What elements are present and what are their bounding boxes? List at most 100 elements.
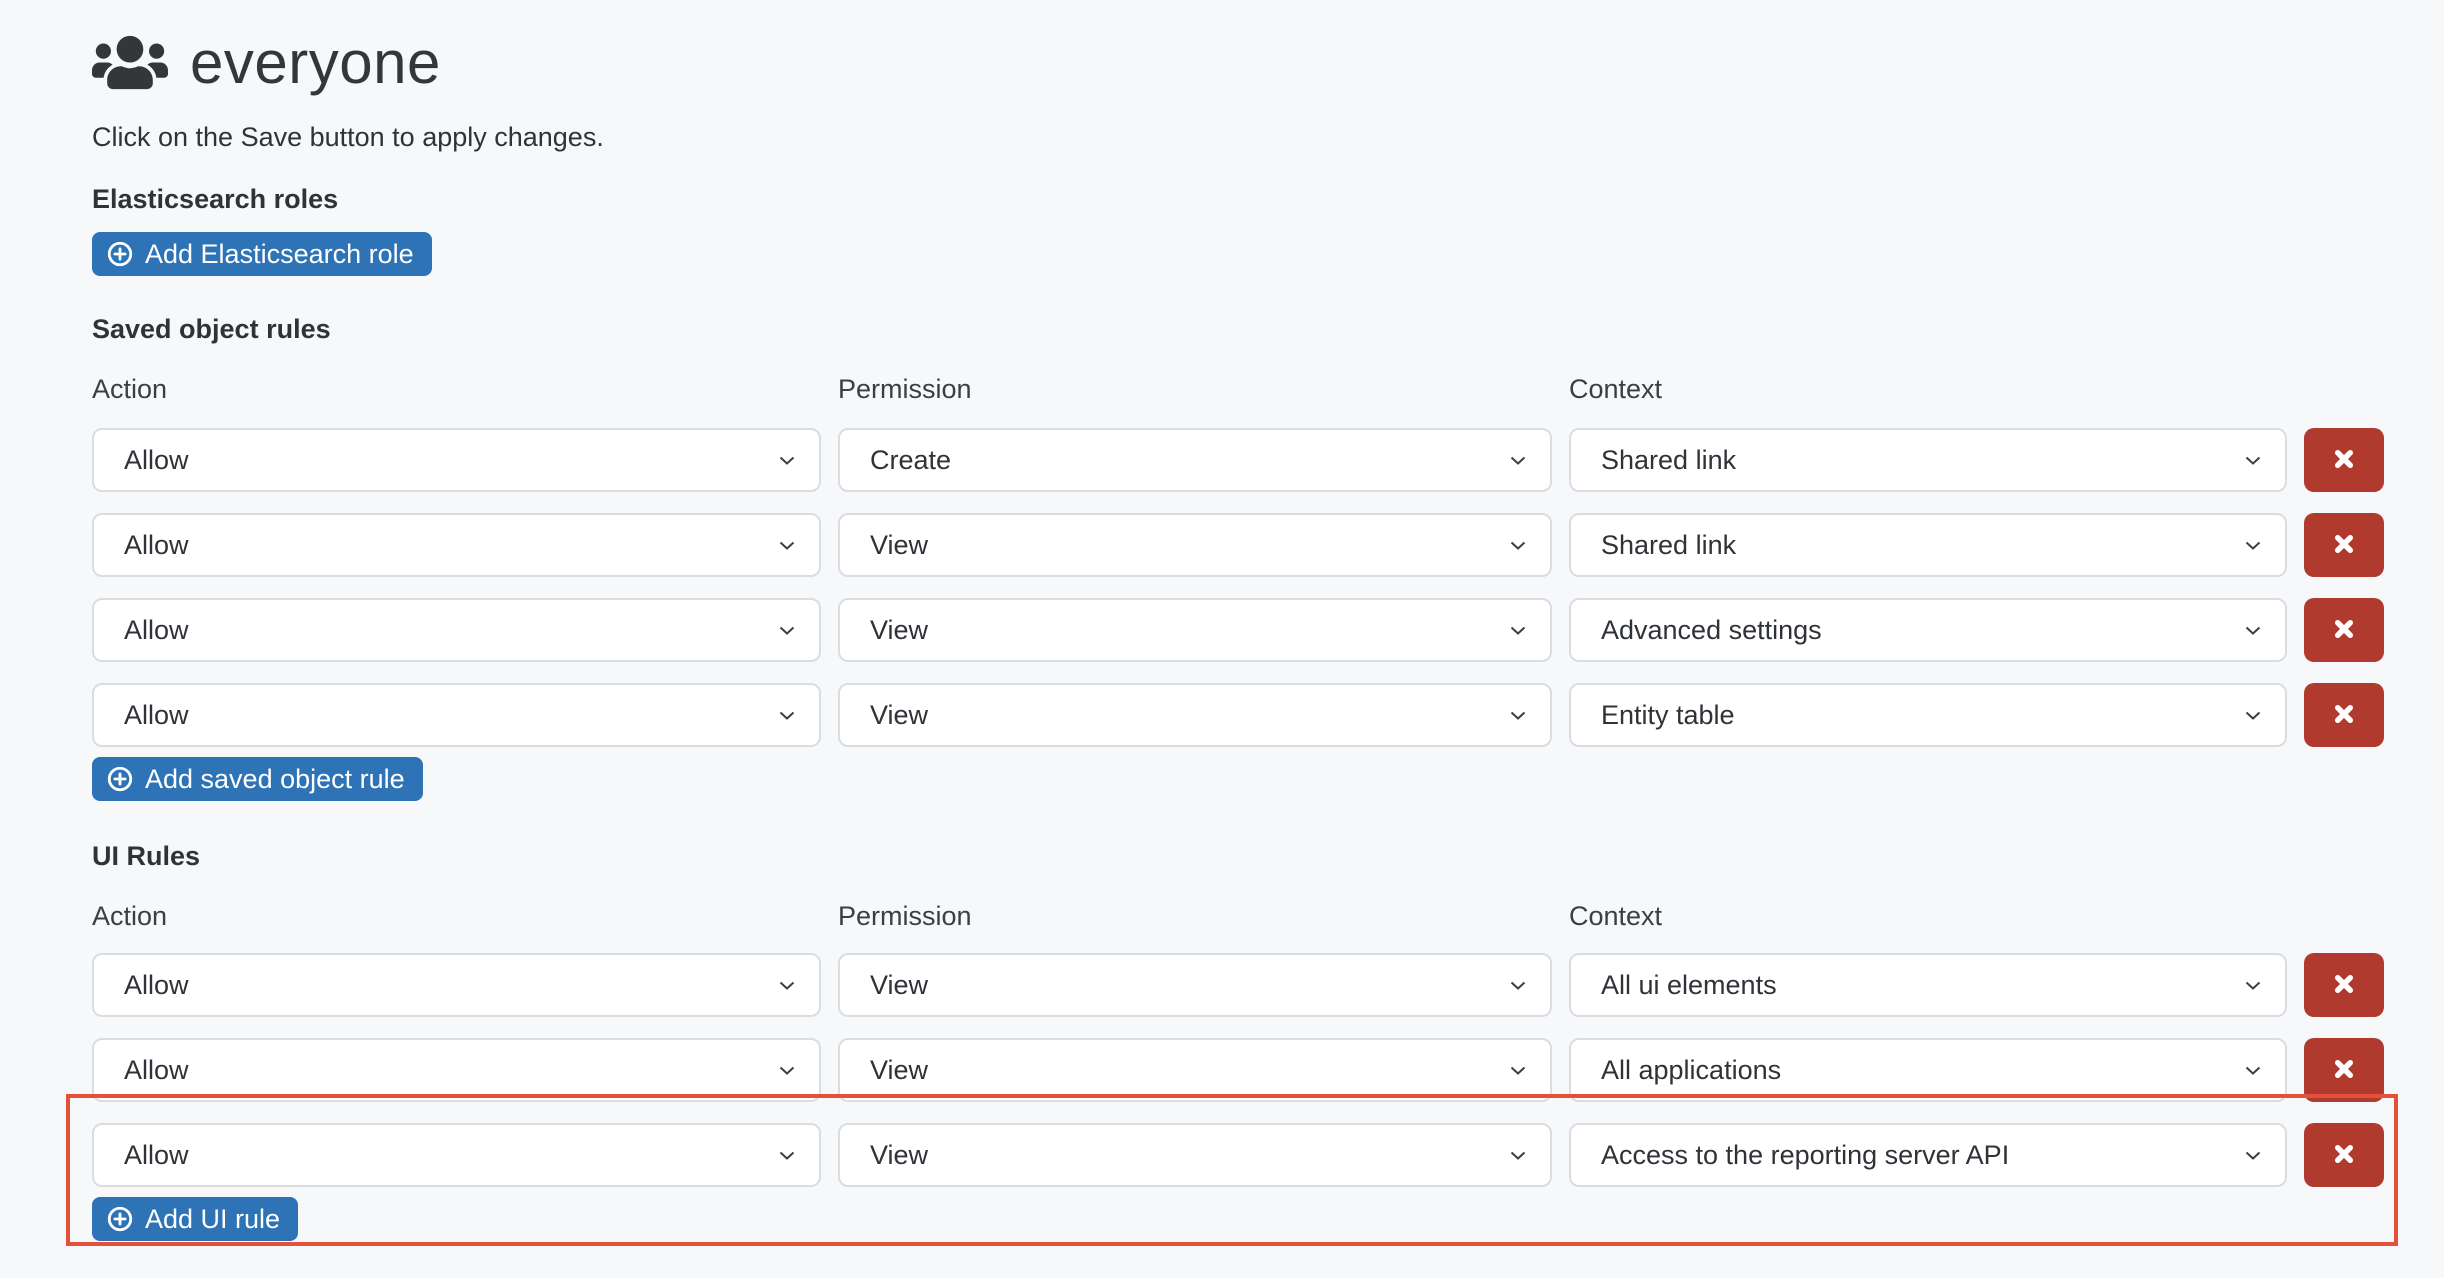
action-select[interactable]: Allow [92, 513, 821, 577]
chevron-down-icon [775, 1143, 799, 1167]
save-hint-text: Click on the Save button to apply change… [92, 120, 2444, 154]
action-select-value: Allow [124, 615, 189, 646]
chevron-down-icon [1506, 1143, 1530, 1167]
saved-object-rule-row: Allow Create Shared link [92, 428, 2444, 492]
chevron-down-icon [2241, 533, 2265, 557]
saved-object-rule-row: Allow View Shared link [92, 513, 2444, 577]
delete-rule-button[interactable] [2304, 598, 2384, 662]
x-icon [2329, 529, 2359, 562]
chevron-down-icon [1506, 1058, 1530, 1082]
action-select[interactable]: Allow [92, 953, 821, 1017]
permission-column-label: Permission [838, 372, 1552, 406]
chevron-down-icon [1506, 533, 1530, 557]
saved-object-rules-column-headers: Action Permission Context [92, 372, 2444, 406]
chevron-down-icon [775, 973, 799, 997]
x-icon [2329, 1054, 2359, 1087]
context-column-label: Context [1569, 899, 2287, 933]
plus-circle-icon [106, 765, 134, 793]
context-select-value: Shared link [1601, 445, 1736, 476]
page-header: everyone [92, 30, 2444, 94]
delete-rule-button[interactable] [2304, 1038, 2384, 1102]
users-icon [92, 32, 168, 93]
plus-circle-icon [106, 1205, 134, 1233]
x-icon [2329, 614, 2359, 647]
action-select[interactable]: Allow [92, 1038, 821, 1102]
saved-object-rules-list: Allow Create Shared link Allow [92, 428, 2444, 747]
chevron-down-icon [2241, 1143, 2265, 1167]
chevron-down-icon [775, 533, 799, 557]
delete-rule-button[interactable] [2304, 953, 2384, 1017]
saved-object-rule-row: Allow View Advanced settings [92, 598, 2444, 662]
context-select-value: All applications [1601, 1055, 1781, 1086]
ui-rule-row-highlighted: Allow View Access to the reporting serve… [92, 1123, 2444, 1187]
add-saved-object-rule-button[interactable]: Add saved object rule [92, 757, 423, 801]
page-title: everyone [190, 28, 441, 97]
action-select[interactable]: Allow [92, 428, 821, 492]
delete-rule-button[interactable] [2304, 683, 2384, 747]
action-select[interactable]: Allow [92, 598, 821, 662]
chevron-down-icon [2241, 703, 2265, 727]
x-icon [2329, 969, 2359, 1002]
permission-select-value: View [870, 1055, 928, 1086]
permission-select[interactable]: View [838, 598, 1552, 662]
action-select[interactable]: Allow [92, 683, 821, 747]
chevron-down-icon [1506, 703, 1530, 727]
context-select[interactable]: Shared link [1569, 513, 2287, 577]
add-elasticsearch-role-label: Add Elasticsearch role [145, 239, 414, 270]
plus-circle-icon [106, 240, 134, 268]
add-ui-rule-label: Add UI rule [145, 1204, 280, 1235]
permission-select[interactable]: Create [838, 428, 1552, 492]
permission-select[interactable]: View [838, 683, 1552, 747]
action-select-value: Allow [124, 445, 189, 476]
permission-select[interactable]: View [838, 1123, 1552, 1187]
saved-object-rule-row: Allow View Entity table [92, 683, 2444, 747]
permission-select[interactable]: View [838, 513, 1552, 577]
permission-select[interactable]: View [838, 1038, 1552, 1102]
add-saved-object-rule-label: Add saved object rule [145, 764, 405, 795]
permission-column-label: Permission [838, 899, 1552, 933]
context-select[interactable]: Entity table [1569, 683, 2287, 747]
context-column-label: Context [1569, 372, 2287, 406]
ui-rule-row: Allow View All applications [92, 1038, 2444, 1102]
chevron-down-icon [2241, 1058, 2265, 1082]
chevron-down-icon [2241, 973, 2265, 997]
action-column-label: Action [92, 899, 821, 933]
chevron-down-icon [2241, 618, 2265, 642]
action-select-value: Allow [124, 1140, 189, 1171]
context-select[interactable]: Advanced settings [1569, 598, 2287, 662]
role-editor-page: everyone Click on the Save button to app… [0, 0, 2444, 1278]
add-ui-rule-button[interactable]: Add UI rule [92, 1197, 298, 1241]
ui-rules-heading: UI Rules [92, 839, 2444, 873]
chevron-down-icon [775, 618, 799, 642]
context-select[interactable]: Shared link [1569, 428, 2287, 492]
action-select[interactable]: Allow [92, 1123, 821, 1187]
context-select[interactable]: Access to the reporting server API [1569, 1123, 2287, 1187]
action-column-label: Action [92, 372, 821, 406]
x-icon [2329, 699, 2359, 732]
x-icon [2329, 444, 2359, 477]
context-select[interactable]: All ui elements [1569, 953, 2287, 1017]
permission-select-value: View [870, 970, 928, 1001]
permission-select[interactable]: View [838, 953, 1552, 1017]
permission-select-value: View [870, 700, 928, 731]
delete-rule-button[interactable] [2304, 513, 2384, 577]
delete-rule-button[interactable] [2304, 1123, 2384, 1187]
ui-rules-list: Allow View All ui elements Allow [92, 953, 2444, 1187]
chevron-down-icon [775, 448, 799, 472]
permission-select-value: View [870, 615, 928, 646]
permission-select-value: View [870, 1140, 928, 1171]
action-select-value: Allow [124, 970, 189, 1001]
ui-rules-column-headers: Action Permission Context [92, 899, 2444, 933]
context-select-value: Access to the reporting server API [1601, 1140, 2009, 1171]
context-select-value: Advanced settings [1601, 615, 1822, 646]
chevron-down-icon [775, 1058, 799, 1082]
context-select-value: All ui elements [1601, 970, 1777, 1001]
chevron-down-icon [1506, 448, 1530, 472]
context-select[interactable]: All applications [1569, 1038, 2287, 1102]
x-icon [2329, 1139, 2359, 1172]
action-select-value: Allow [124, 1055, 189, 1086]
chevron-down-icon [1506, 618, 1530, 642]
context-select-value: Shared link [1601, 530, 1736, 561]
delete-rule-button[interactable] [2304, 428, 2384, 492]
add-elasticsearch-role-button[interactable]: Add Elasticsearch role [92, 232, 432, 276]
